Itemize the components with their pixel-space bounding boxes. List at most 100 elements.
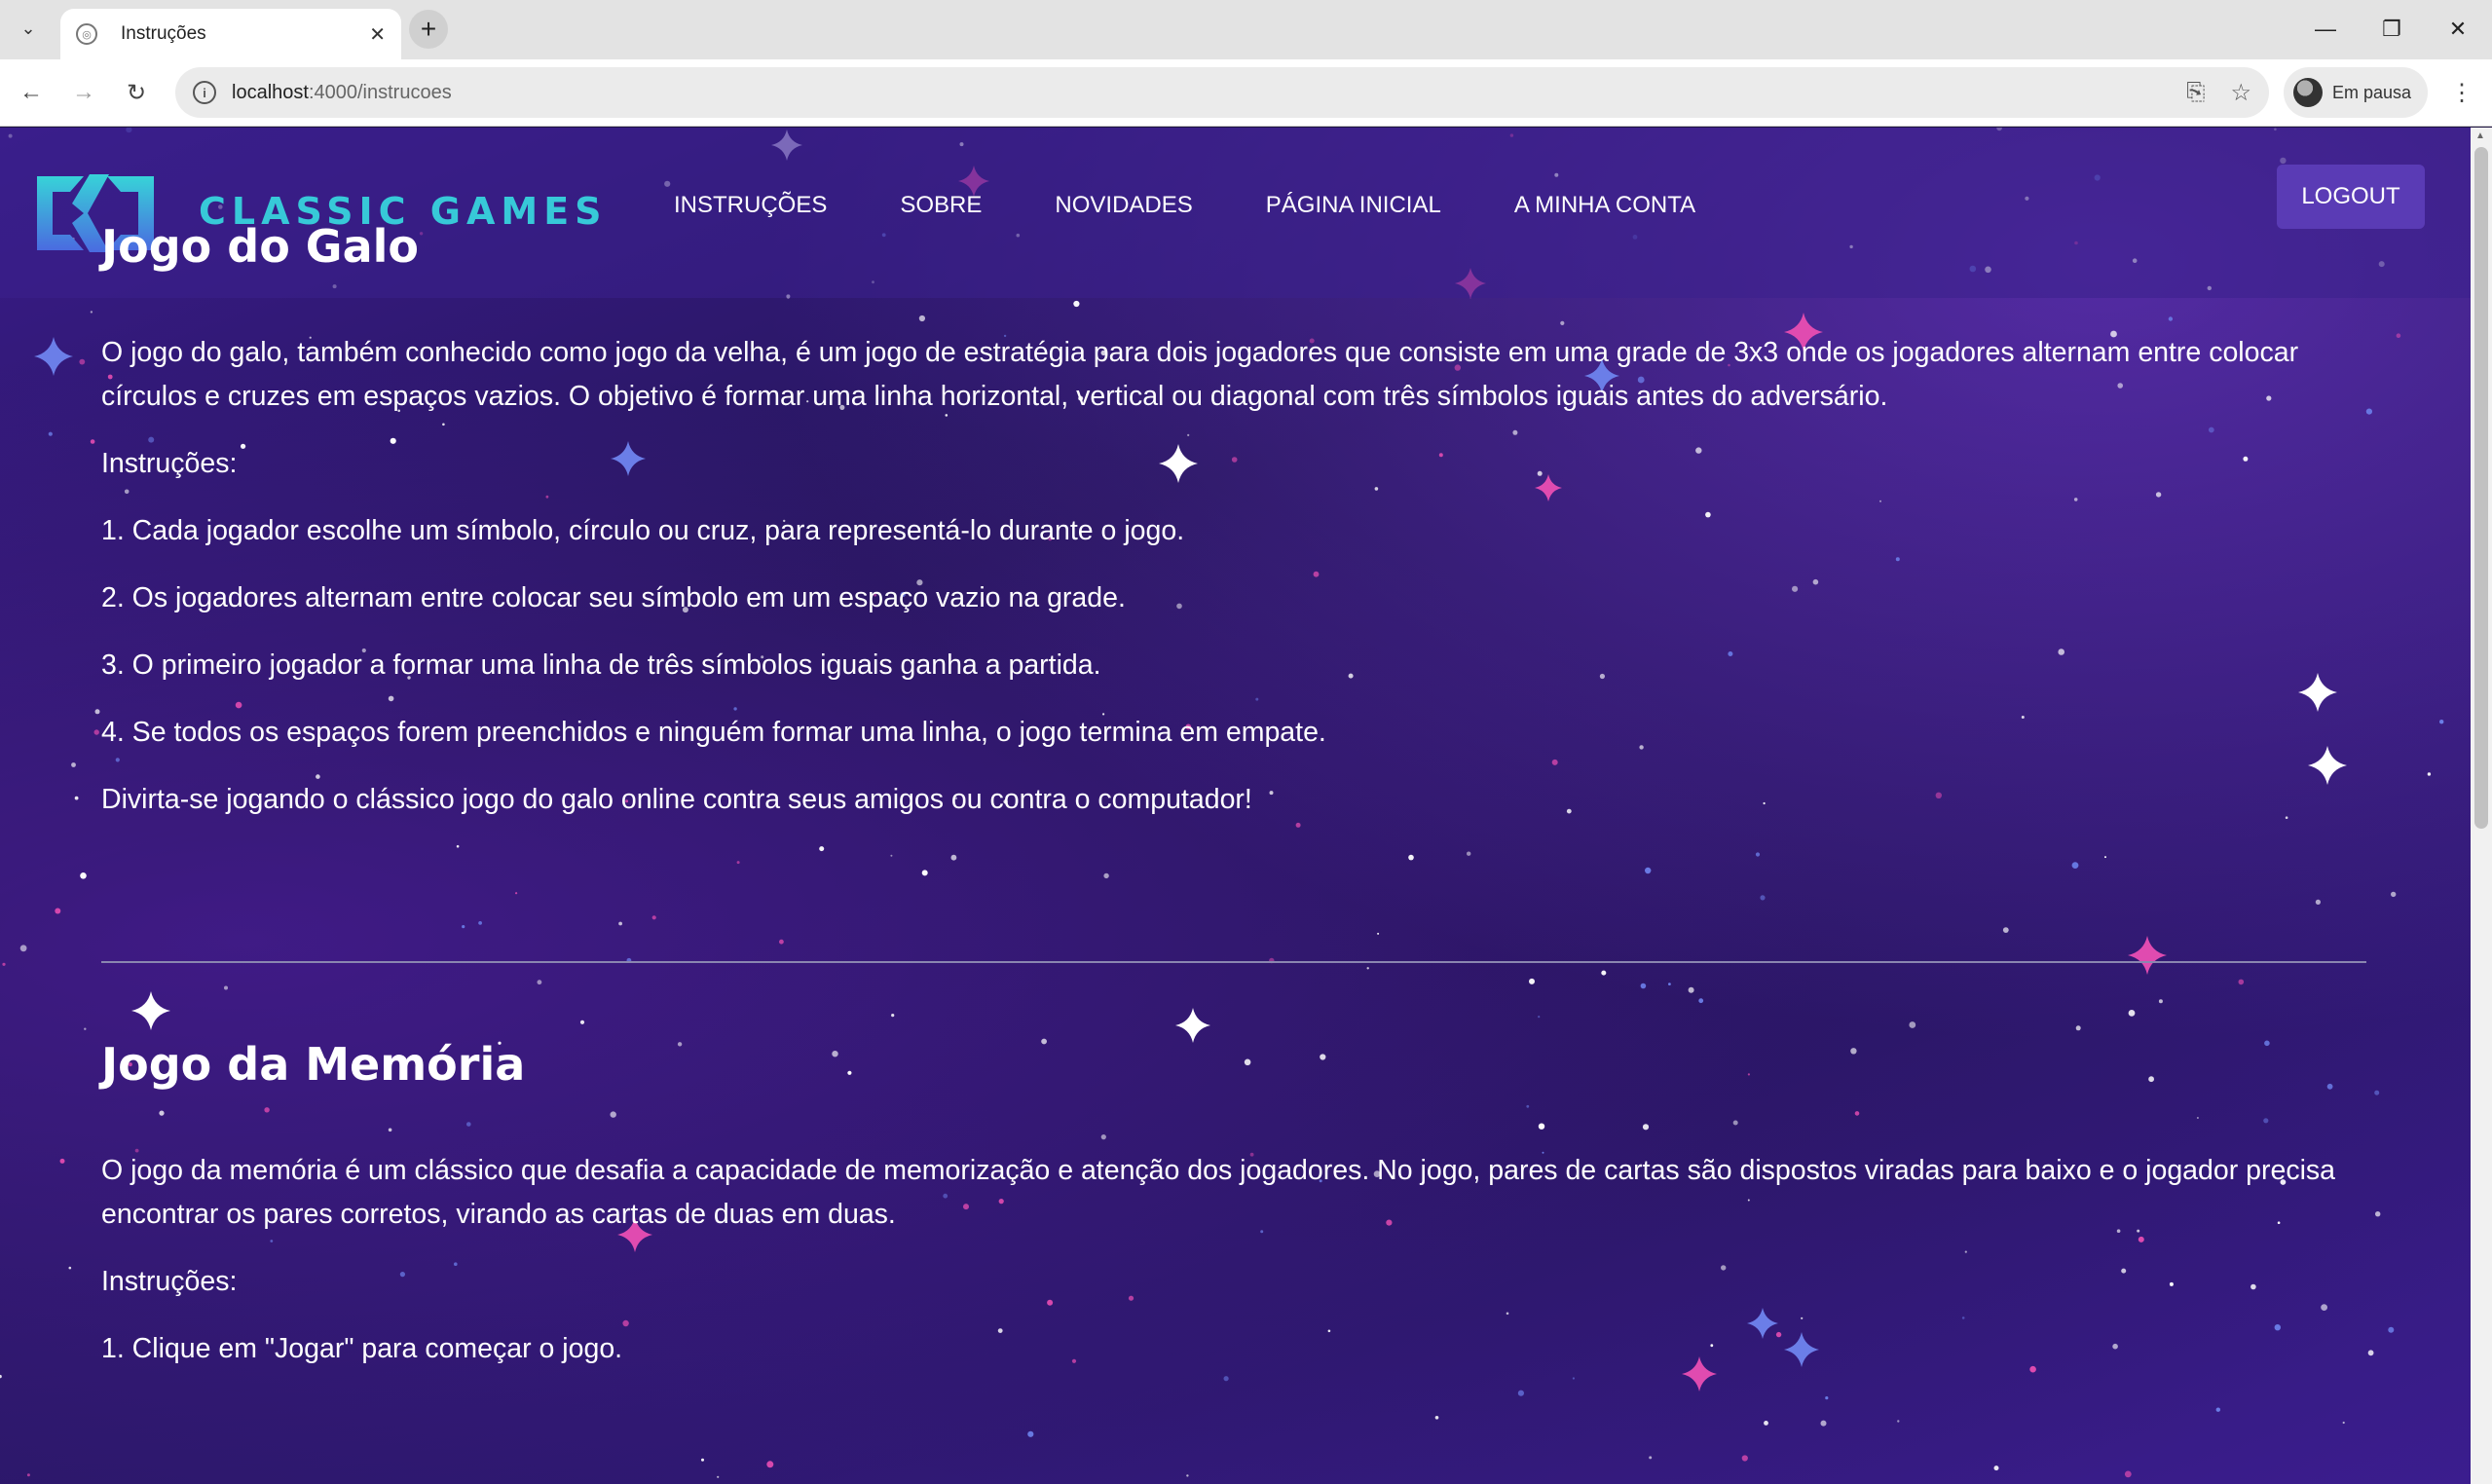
star-dot	[1668, 983, 1671, 985]
star-dot	[701, 1458, 704, 1462]
star-dot	[55, 908, 61, 914]
star-dot	[2315, 899, 2321, 906]
site-info-icon[interactable]: i	[193, 81, 216, 104]
star-dot	[1688, 986, 1694, 993]
star-dot	[1601, 970, 1607, 976]
instruction-step: 1. Clique em "Jogar" para começar o jogo…	[101, 1333, 623, 1364]
nav-novidades[interactable]: NOVIDADES	[1055, 192, 1192, 219]
close-tab-icon[interactable]: ✕	[369, 22, 386, 47]
star-dot	[2128, 1010, 2136, 1017]
restore-icon[interactable]: ❐	[2362, 10, 2421, 49]
page-scrollbar[interactable]: ▲	[2471, 128, 2492, 1484]
instruction-step: 2. Os jogadores alternam entre colocar s…	[101, 582, 1126, 613]
star-dot	[1649, 1456, 1653, 1460]
star-dot	[2391, 891, 2397, 898]
star-dot	[1909, 1021, 1916, 1028]
star-dot	[48, 431, 53, 436]
star-dot	[74, 796, 79, 800]
star-dot	[736, 861, 740, 865]
star-dot	[59, 1158, 65, 1164]
star-dot	[2427, 772, 2432, 776]
url-text[interactable]: localhost:4000/instrucoes	[232, 82, 2161, 104]
tab-search-chevron-icon[interactable]: ⌄	[14, 14, 43, 43]
nav-sobre[interactable]: SOBRE	[900, 192, 982, 219]
star-dot	[2342, 1421, 2345, 1425]
star-dot	[2238, 979, 2245, 985]
star-dot	[1755, 852, 1761, 857]
reload-icon[interactable]: ↻	[117, 73, 156, 112]
section-title: Jogo da Memória	[101, 1038, 526, 1091]
minimize-icon[interactable]: —	[2296, 10, 2355, 49]
star-dot	[2075, 1025, 2081, 1031]
star-dot	[2374, 1090, 2380, 1095]
section-title: Jogo do Galo	[101, 220, 419, 273]
star-dot	[1572, 1377, 1575, 1380]
star-dot	[1186, 1474, 1189, 1477]
star-dot	[890, 854, 893, 857]
forward-arrow-icon[interactable]: →	[64, 73, 103, 112]
star-dot	[1467, 851, 1471, 856]
scrollbar-thumb[interactable]	[2474, 147, 2488, 829]
section-outro: Divirta-se jogando o clássico jogo do ga…	[101, 784, 1252, 815]
star-dot	[1408, 854, 1414, 861]
globe-icon: ◎	[76, 23, 97, 45]
star-dot	[90, 311, 93, 314]
star-dot	[1760, 895, 1766, 901]
instruction-step: 3. O primeiro jogador a formar uma linha…	[101, 649, 1101, 681]
star-dot	[537, 980, 542, 985]
star-dot	[2104, 856, 2106, 859]
browser-tab[interactable]: ◎ Instruções ✕	[60, 9, 401, 59]
star-dot	[779, 939, 784, 945]
star-dot	[717, 1475, 720, 1478]
star-dot	[1027, 1430, 1034, 1437]
star-dot	[891, 1014, 895, 1018]
url-path: :4000/instrucoes	[308, 81, 452, 103]
nav-instrucoes[interactable]: INSTRUÇÕES	[674, 192, 827, 219]
star-dot	[71, 762, 76, 767]
star-dot	[1897, 1420, 1900, 1423]
star-dot	[950, 854, 957, 861]
star-dot	[1103, 872, 1109, 879]
bookmark-star-icon[interactable]: ☆	[2230, 79, 2251, 107]
star-dot	[2388, 1326, 2395, 1333]
sparkle-star	[34, 337, 73, 376]
star-dot	[1517, 1390, 1524, 1396]
section-description: O jogo da memória é um clássico que desa…	[101, 1155, 2335, 1230]
star-dot	[1825, 1396, 1829, 1400]
scroll-up-icon[interactable]: ▲	[2475, 130, 2485, 141]
instruction-step: 1. Cada jogador escolhe um símbolo, círc…	[101, 515, 1185, 546]
star-dot	[1993, 1465, 1999, 1471]
star-dot	[1640, 983, 1647, 989]
star-dot	[1764, 1421, 1768, 1426]
star-dot	[1741, 1455, 1748, 1462]
star-dot	[84, 1027, 87, 1030]
star-dot	[90, 439, 95, 444]
new-tab-button[interactable]: +	[409, 10, 448, 49]
star-dot	[1377, 932, 1380, 935]
kebab-menu-icon[interactable]: ⋮	[2444, 73, 2479, 112]
nav-pagina-inicial[interactable]: PÁGINA INICIAL	[1266, 192, 1441, 219]
avatar	[2293, 78, 2323, 107]
instructions-label: Instruções:	[101, 1266, 238, 1297]
star-dot	[2002, 927, 2009, 933]
star-dot	[515, 892, 518, 895]
star-dot	[68, 1266, 72, 1270]
sparkle-star	[131, 991, 170, 1030]
close-window-icon[interactable]: ✕	[2429, 10, 2487, 49]
star-dot	[80, 872, 87, 879]
star-dot	[1698, 998, 1704, 1004]
translate-icon[interactable]: ⎘	[2186, 79, 2205, 106]
star-dot	[2439, 720, 2444, 724]
address-bar[interactable]: i localhost:4000/instrucoes ⎘ ☆	[175, 67, 2269, 118]
star-dot	[2158, 999, 2163, 1004]
nav-a-minha-conta[interactable]: A MINHA CONTA	[1514, 192, 1695, 219]
star-dot	[79, 358, 86, 365]
star-dot	[19, 945, 27, 952]
star-dot	[2, 962, 6, 966]
section-divider	[101, 961, 2366, 963]
logout-button[interactable]: LOGOUT	[2277, 165, 2425, 229]
profile-button[interactable]: Em pausa	[2284, 67, 2428, 118]
sparkle-star	[2128, 936, 2167, 975]
back-arrow-icon[interactable]: ←	[12, 73, 51, 112]
star-dot	[1645, 867, 1652, 874]
